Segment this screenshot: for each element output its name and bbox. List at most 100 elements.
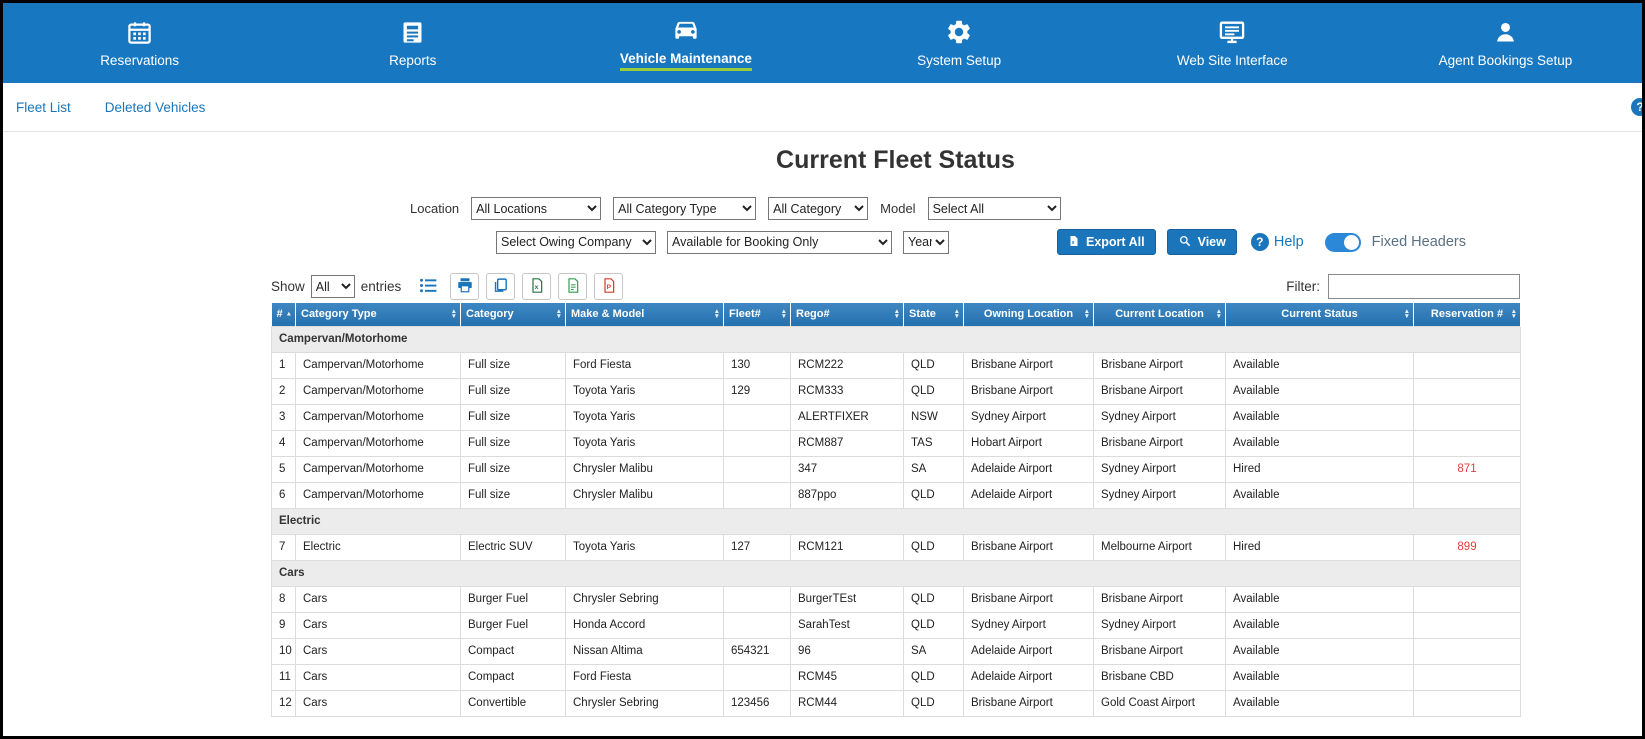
category-select[interactable]: All Category: [768, 197, 869, 220]
cell-rego: RCM121: [790, 533, 904, 561]
cell-category_type: Campervan/Motorhome: [295, 403, 461, 431]
subnav-fleet-list[interactable]: Fleet List: [16, 100, 71, 115]
cell-state: QLD: [903, 377, 964, 405]
cell-state: QLD: [903, 663, 964, 691]
table-row[interactable]: 6 Campervan/Motorhome Full size Chrysler Ma…: [271, 481, 1521, 509]
csv-export-button[interactable]: [558, 273, 588, 300]
copy-button[interactable]: [486, 273, 516, 300]
column-header-state[interactable]: State ▲ ▼: [903, 303, 964, 326]
help-icon[interactable]: ?: [1631, 98, 1642, 116]
column-header-current_location[interactable]: Current Location ▲ ▼: [1093, 303, 1226, 326]
nav-item-web-site-interface[interactable]: Web Site Interface: [1096, 3, 1369, 83]
owning-company-select[interactable]: Select Owing Company: [496, 230, 656, 254]
column-list-button[interactable]: [414, 273, 444, 300]
cell-state: QLD: [903, 611, 964, 639]
sort-icon: ▲ ▼: [1215, 308, 1222, 321]
table-row[interactable]: 12 Cars Convertible Chrysler Sebring 123456 R…: [271, 689, 1521, 717]
filter-wrap: Filter:: [1286, 274, 1520, 299]
column-header-fleet_no[interactable]: Fleet# ▲ ▼: [723, 303, 791, 326]
cell-current_location: Brisbane Airport: [1093, 377, 1226, 405]
nav-item-reports[interactable]: Reports: [276, 3, 549, 83]
column-header-category_type[interactable]: Category Type ▲ ▼: [295, 303, 461, 326]
year-select[interactable]: Year: [903, 230, 949, 254]
cell-fleet_no: 127: [723, 533, 791, 561]
nav-item-vehicle-maintenance[interactable]: Vehicle Maintenance: [549, 3, 822, 83]
list-icon: [418, 275, 439, 299]
cell-current_location: Sydney Airport: [1093, 403, 1226, 431]
column-header-current_status[interactable]: Current Status ▲ ▼: [1225, 303, 1414, 326]
nav-item-system-setup[interactable]: System Setup: [823, 3, 1096, 83]
view-button[interactable]: View: [1166, 229, 1237, 255]
column-header-owning_location[interactable]: Owning Location ▲ ▼: [963, 303, 1094, 326]
table-row[interactable]: 9 Cars Burger Fuel Honda Accord SarahTest QLD…: [271, 611, 1521, 639]
sort-icon: ▲ ▼: [1403, 308, 1410, 321]
column-header-category[interactable]: Category ▲ ▼: [460, 303, 566, 326]
print-button[interactable]: [450, 273, 480, 300]
person-icon: [1492, 18, 1519, 46]
app-window: Reservations Reports Vehicle Maintenance…: [0, 0, 1645, 739]
location-select[interactable]: All Locations: [471, 197, 602, 220]
table-row[interactable]: 10 Cars Compact Nissan Altima 654321 96 SA Adel…: [271, 637, 1521, 665]
cell-rego: RCM333: [790, 377, 904, 405]
reports-icon: [399, 18, 426, 46]
table-row[interactable]: 11 Cars Compact Ford Fiesta RCM45 QLD Adelaide…: [271, 663, 1521, 691]
table-controls: Show All entries x P Filter:: [271, 273, 1520, 300]
column-header-label: Make & Model: [571, 308, 645, 321]
cell-reservation[interactable]: 871: [1413, 455, 1521, 483]
gear-icon: [945, 18, 973, 46]
cell-fleet_no: 654321: [723, 637, 791, 665]
cell-num: 4: [271, 429, 296, 457]
main-content: Current Fleet Status Location All Locati…: [271, 146, 1521, 717]
subnav-deleted-vehicles[interactable]: Deleted Vehicles: [105, 100, 206, 115]
cell-make_model: Nissan Altima: [565, 637, 724, 665]
column-header-reservation[interactable]: Reservation # ▲ ▼: [1413, 303, 1521, 326]
cell-category: Burger Fuel: [460, 585, 566, 613]
excel-export-button[interactable]: x: [522, 273, 552, 300]
table-row[interactable]: 1 Campervan/Motorhome Full size Ford Fiesta…: [271, 351, 1521, 379]
nav-item-agent-bookings-setup[interactable]: Agent Bookings Setup: [1369, 3, 1642, 83]
table-row[interactable]: 5 Campervan/Motorhome Full size Chrysler Ma…: [271, 455, 1521, 483]
cell-category: Full size: [460, 403, 566, 431]
cell-state: NSW: [903, 403, 964, 431]
cell-category: Full size: [460, 455, 566, 483]
cell-rego: RCM887: [790, 429, 904, 457]
cell-reservation: [1413, 377, 1521, 405]
nav-item-reservations[interactable]: Reservations: [3, 3, 276, 83]
table-row[interactable]: 4 Campervan/Motorhome Full size Toyota Yari…: [271, 429, 1521, 457]
cell-make_model: Chrysler Malibu: [565, 455, 724, 483]
cell-category: Compact: [460, 637, 566, 665]
filter-input[interactable]: [1328, 274, 1520, 299]
cell-reservation[interactable]: 899: [1413, 533, 1521, 561]
help-button[interactable]: ? Help: [1250, 233, 1304, 251]
availability-select[interactable]: Available for Booking Only: [667, 230, 892, 254]
fleet-table-header-row: # ▲ Category Type ▲ ▼ Category ▲ ▼ Make & Model ▲…: [271, 303, 1521, 326]
sort-icon: ▲ ▼: [1510, 308, 1517, 321]
cell-current_status: Available: [1225, 403, 1414, 431]
fixed-headers-toggle[interactable]: [1324, 232, 1361, 252]
cell-current_location: Brisbane Airport: [1093, 351, 1226, 379]
monitor-icon: [1218, 18, 1246, 46]
pdf-export-button[interactable]: P: [594, 273, 624, 300]
column-header-rego[interactable]: Rego# ▲ ▼: [790, 303, 904, 326]
help-label: Help: [1273, 234, 1304, 250]
column-header-make_model[interactable]: Make & Model ▲ ▼: [565, 303, 724, 326]
cell-category: Compact: [460, 663, 566, 691]
cell-current_location: Sydney Airport: [1093, 611, 1226, 639]
cell-num: 11: [271, 663, 296, 691]
column-header-num[interactable]: # ▲: [271, 303, 296, 326]
category-type-select[interactable]: All Category Type: [613, 197, 757, 220]
table-row[interactable]: 7 Electric Electric SUV Toyota Yaris 127 RCM1…: [271, 533, 1521, 561]
cell-state: SA: [903, 455, 964, 483]
table-row[interactable]: 2 Campervan/Motorhome Full size Toyota Yari…: [271, 377, 1521, 405]
model-select[interactable]: Select All: [927, 197, 1061, 220]
table-row[interactable]: 3 Campervan/Motorhome Full size Toyota Yari…: [271, 403, 1521, 431]
table-row[interactable]: 8 Cars Burger Fuel Chrysler Sebring BurgerTE…: [271, 585, 1521, 613]
show-entries-select[interactable]: All: [310, 275, 355, 298]
cell-fleet_no: [723, 429, 791, 457]
cell-category_type: Cars: [295, 663, 461, 691]
cell-category: Burger Fuel: [460, 611, 566, 639]
export-all-button[interactable]: x Export All: [1057, 229, 1156, 255]
pdf-icon: P: [601, 277, 617, 297]
group-name: Electric: [271, 507, 1521, 535]
cell-current_status: Available: [1225, 663, 1414, 691]
